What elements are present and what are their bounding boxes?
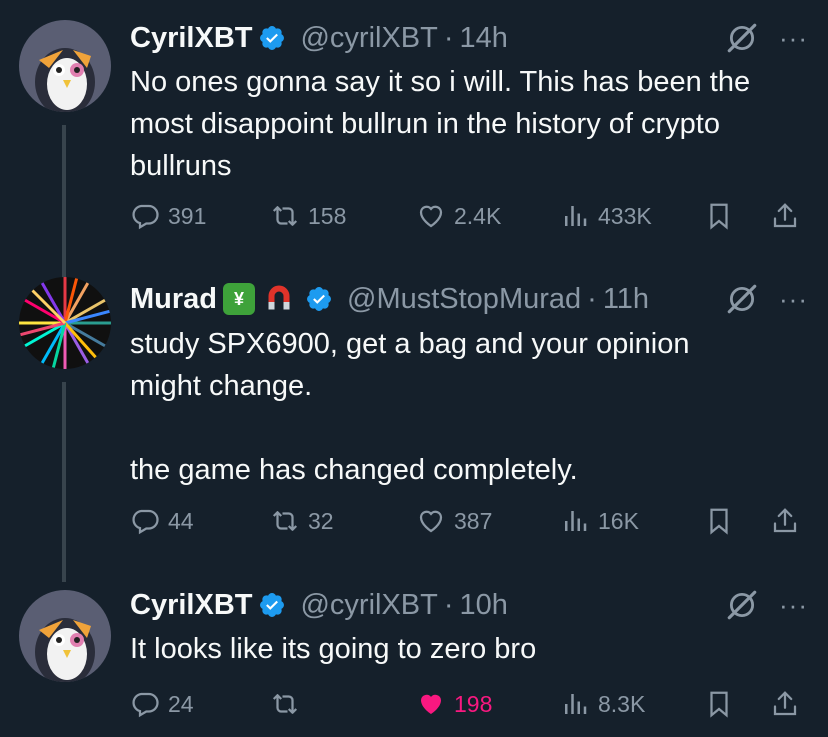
views-button[interactable]: 8.3K <box>560 684 645 724</box>
bookmark-button[interactable] <box>704 501 742 541</box>
avatar[interactable] <box>19 20 111 112</box>
penguin-avatar-image <box>19 20 111 112</box>
tweet[interactable]: Murad ¥ @MustStopMurad · 11h ··· study S… <box>0 260 828 570</box>
like-count: 2.4K <box>454 202 502 229</box>
views-chart-icon <box>565 511 587 531</box>
repost-icon <box>272 694 298 714</box>
bookmark-icon <box>710 691 728 718</box>
handle[interactable]: @cyrilXBT <box>300 22 437 55</box>
heart-icon <box>419 205 443 228</box>
repost-button[interactable]: 32 <box>270 501 334 541</box>
view-count: 8.3K <box>598 690 646 717</box>
more-options-icon[interactable]: ··· <box>779 284 808 315</box>
views-button[interactable]: 433K <box>560 196 652 236</box>
handle[interactable]: @cyrilXBT <box>300 589 437 622</box>
view-count: 16K <box>598 507 639 534</box>
more-options-icon[interactable]: ··· <box>779 590 808 621</box>
reply-count: 24 <box>168 690 194 717</box>
reply-count: 44 <box>168 507 194 534</box>
separator-dot: · <box>443 21 454 54</box>
tweet-header: Murad ¥ @MustStopMurad · 11h ··· <box>130 280 808 318</box>
reply-icon <box>132 509 159 535</box>
tweet-header: CyrilXBT @cyrilXBT · 14h ··· <box>130 19 808 57</box>
display-name[interactable]: Murad <box>130 283 217 316</box>
penguin-avatar-image <box>19 590 111 682</box>
timestamp[interactable]: 10h <box>460 589 508 622</box>
repost-count: 158 <box>308 202 347 229</box>
tweet-actions: 44 32 387 16K <box>130 501 810 541</box>
grok-icon[interactable] <box>725 588 759 622</box>
share-button[interactable] <box>770 196 808 236</box>
bookmark-icon <box>710 203 728 230</box>
share-icon <box>773 508 797 533</box>
avatar[interactable] <box>19 590 111 682</box>
chart-yen-emoji-icon: ¥ <box>223 283 255 315</box>
repost-count: 32 <box>308 507 334 534</box>
tweet-actions: 391 158 2.4K 433K <box>130 196 810 236</box>
reply-button[interactable]: 44 <box>130 501 194 541</box>
display-name[interactable]: CyrilXBT <box>130 589 252 622</box>
repost-icon <box>272 511 298 531</box>
timestamp[interactable]: 14h <box>460 22 508 55</box>
heart-filled-icon <box>421 694 441 714</box>
magnet-emoji-icon <box>268 285 290 310</box>
share-icon <box>773 691 797 716</box>
like-button[interactable]: 387 <box>416 501 492 541</box>
tweet-text: It looks like its going to zero bro <box>130 633 537 665</box>
avatar[interactable] <box>19 277 111 369</box>
grok-icon[interactable] <box>725 282 759 316</box>
view-count: 433K <box>598 202 652 229</box>
like-count: 198 <box>454 690 493 717</box>
repost-button[interactable]: 158 <box>270 196 346 236</box>
repost-icon <box>272 206 298 226</box>
share-button[interactable] <box>770 501 808 541</box>
verified-badge-icon[interactable] <box>258 24 286 52</box>
views-chart-icon <box>565 206 587 226</box>
bookmark-button[interactable] <box>704 684 742 724</box>
tweet-actions: 24 198 8.3K <box>130 684 810 724</box>
separator-dot: · <box>587 282 597 315</box>
tweet-header: CyrilXBT @cyrilXBT · 10h ··· <box>130 586 808 624</box>
reply-icon <box>132 692 159 718</box>
reply-button[interactable]: 391 <box>130 196 206 236</box>
views-button[interactable]: 16K <box>560 501 639 541</box>
bookmark-button[interactable] <box>704 196 742 236</box>
repost-button[interactable] <box>270 684 308 724</box>
timestamp[interactable]: 11h <box>603 283 649 316</box>
share-button[interactable] <box>770 684 808 724</box>
tweet[interactable]: CyrilXBT @cyrilXBT · 14h ··· No ones gon… <box>0 0 828 260</box>
like-button[interactable]: 198 <box>416 684 492 724</box>
verified-badge-icon[interactable] <box>258 591 286 619</box>
like-button[interactable]: 2.4K <box>416 196 501 236</box>
tweet-text: No ones gonna say it so i will. This has… <box>130 66 751 182</box>
heart-icon <box>419 510 443 533</box>
reply-count: 391 <box>168 202 207 229</box>
reply-button[interactable]: 24 <box>130 684 194 724</box>
tweet[interactable]: CyrilXBT @cyrilXBT · 10h ··· It looks li… <box>0 570 828 737</box>
display-name[interactable]: CyrilXBT <box>130 22 252 55</box>
grok-icon[interactable] <box>725 21 759 55</box>
verified-badge-icon[interactable] <box>305 285 333 313</box>
share-icon <box>773 203 797 228</box>
rainbow-burst-avatar-image <box>19 277 111 369</box>
views-chart-icon <box>565 694 587 714</box>
handle[interactable]: @MustStopMurad <box>347 283 581 316</box>
reply-icon <box>132 204 159 230</box>
more-options-icon[interactable]: ··· <box>779 23 808 54</box>
tweet-text: study SPX6900, get a bag and your opinio… <box>130 328 690 486</box>
like-count: 387 <box>454 507 493 534</box>
bookmark-icon <box>710 508 728 535</box>
separator-dot: · <box>443 588 454 621</box>
